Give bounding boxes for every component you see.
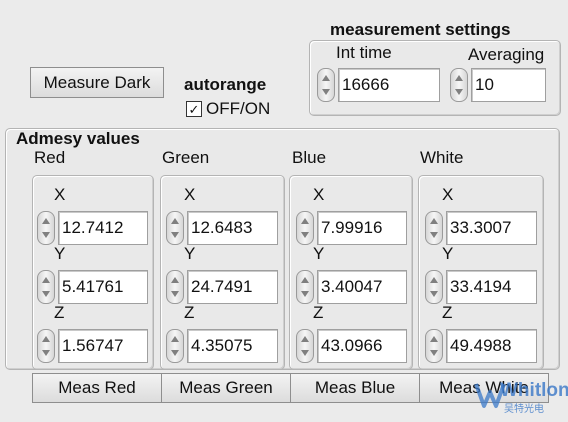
red-z-control[interactable]: 1.56747 — [37, 329, 148, 363]
int-time-field[interactable]: 16666 — [338, 68, 440, 102]
blue-z-field[interactable]: 43.0966 — [317, 329, 407, 363]
red-x-spinner-icon[interactable] — [37, 211, 55, 245]
measurement-settings-title: measurement settings — [330, 20, 511, 39]
blue-x-field[interactable]: 7.99916 — [317, 211, 407, 245]
int-time-control[interactable]: 16666 — [317, 68, 440, 102]
averaging-label: Averaging — [468, 45, 545, 64]
red-y-label: Y — [54, 244, 66, 263]
int-time-spinner-icon[interactable] — [317, 68, 335, 102]
admesy-values-title: Admesy values — [16, 129, 140, 148]
green-y-label: Y — [184, 244, 196, 263]
green-channel-label: Green — [162, 148, 210, 167]
white-x-label: X — [442, 185, 454, 204]
white-y-label: Y — [442, 244, 454, 263]
blue-z-label: Z — [313, 303, 324, 322]
red-channel-label: Red — [34, 148, 66, 167]
meas-blue-button[interactable]: Meas Blue — [290, 373, 420, 403]
watermark-subtext: 吴特光电 — [504, 402, 544, 415]
white-y-field[interactable]: 33.4194 — [446, 270, 537, 304]
white-y-spinner-icon[interactable] — [425, 270, 443, 304]
red-y-field[interactable]: 5.41761 — [58, 270, 148, 304]
int-time-label: Int time — [336, 43, 392, 62]
green-z-control[interactable]: 4.35075 — [166, 329, 278, 363]
green-x-label: X — [184, 185, 196, 204]
green-x-control[interactable]: 12.6483 — [166, 211, 278, 245]
red-y-spinner-icon[interactable] — [37, 270, 55, 304]
green-z-field[interactable]: 4.35075 — [187, 329, 278, 363]
blue-y-spinner-icon[interactable] — [296, 270, 314, 304]
blue-y-field[interactable]: 3.40047 — [317, 270, 407, 304]
blue-y-label: Y — [313, 244, 325, 263]
red-y-control[interactable]: 5.41761 — [37, 270, 148, 304]
blue-z-control[interactable]: 43.0966 — [296, 329, 407, 363]
green-z-label: Z — [184, 303, 195, 322]
blue-y-control[interactable]: 3.40047 — [296, 270, 407, 304]
averaging-spinner-icon[interactable] — [450, 68, 468, 102]
green-x-spinner-icon[interactable] — [166, 211, 184, 245]
white-x-spinner-icon[interactable] — [425, 211, 443, 245]
autorange-label: autorange — [184, 75, 267, 94]
white-channel-label: White — [420, 148, 464, 167]
red-z-spinner-icon[interactable] — [37, 329, 55, 363]
green-x-field[interactable]: 12.6483 — [187, 211, 278, 245]
meas-white-button[interactable]: Meas White — [419, 373, 549, 403]
red-x-label: X — [54, 185, 66, 204]
green-y-control[interactable]: 24.7491 — [166, 270, 278, 304]
meas-green-button[interactable]: Meas Green — [161, 373, 291, 403]
red-z-field[interactable]: 1.56747 — [58, 329, 148, 363]
red-x-control[interactable]: 12.7412 — [37, 211, 148, 245]
red-z-label: Z — [54, 303, 65, 322]
white-x-field[interactable]: 33.3007 — [446, 211, 537, 245]
white-z-control[interactable]: 49.4988 — [425, 329, 537, 363]
white-z-label: Z — [442, 303, 453, 322]
autorange-toggle[interactable]: ✓ OFF/ON — [186, 99, 270, 119]
red-x-field[interactable]: 12.7412 — [58, 211, 148, 245]
white-z-field[interactable]: 49.4988 — [446, 329, 537, 363]
averaging-control[interactable]: 10 — [450, 68, 546, 102]
blue-x-spinner-icon[interactable] — [296, 211, 314, 245]
meas-red-button[interactable]: Meas Red — [32, 373, 162, 403]
measure-dark-button[interactable]: Measure Dark — [30, 67, 164, 98]
blue-channel-label: Blue — [292, 148, 327, 167]
green-z-spinner-icon[interactable] — [166, 329, 184, 363]
white-y-control[interactable]: 33.4194 — [425, 270, 537, 304]
white-z-spinner-icon[interactable] — [425, 329, 443, 363]
blue-z-spinner-icon[interactable] — [296, 329, 314, 363]
blue-x-label: X — [313, 185, 325, 204]
check-icon: ✓ — [188, 101, 200, 117]
green-y-spinner-icon[interactable] — [166, 270, 184, 304]
autorange-checkbox[interactable]: ✓ — [186, 101, 202, 117]
autorange-checkbox-label: OFF/ON — [206, 99, 271, 118]
green-y-field[interactable]: 24.7491 — [187, 270, 278, 304]
averaging-field[interactable]: 10 — [471, 68, 546, 102]
blue-x-control[interactable]: 7.99916 — [296, 211, 407, 245]
white-x-control[interactable]: 33.3007 — [425, 211, 537, 245]
